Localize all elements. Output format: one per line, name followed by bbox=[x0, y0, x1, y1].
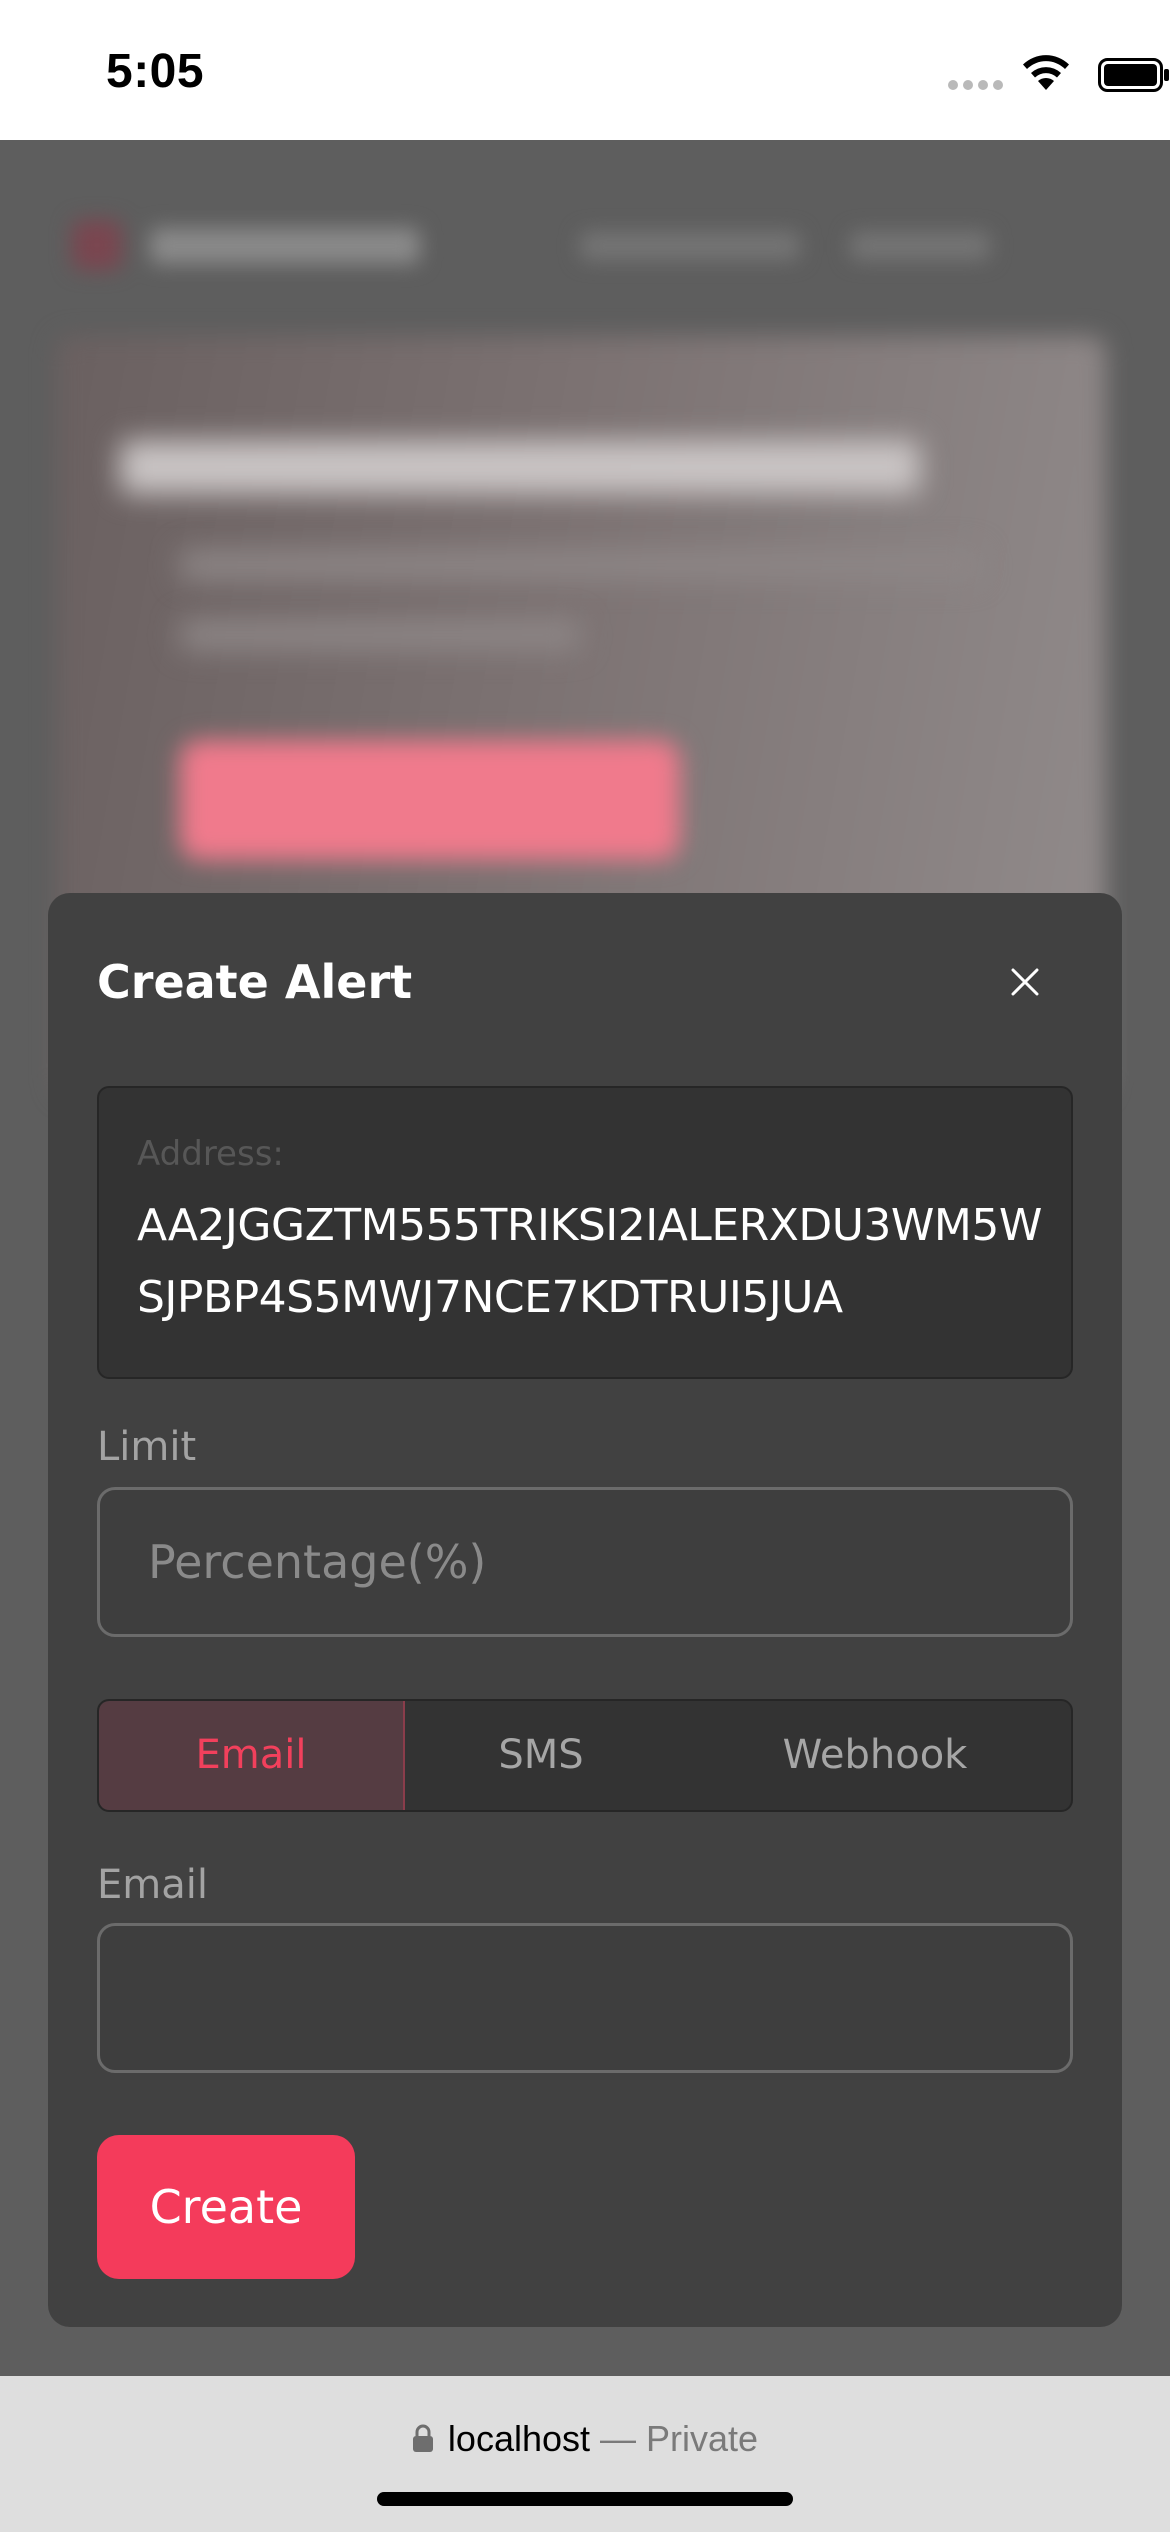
address-value: AA2JGGZTM555TRIKSI2IALERXDU3WM5WSJPBP4S5… bbox=[137, 1200, 1042, 1323]
modal-title: Create Alert bbox=[97, 955, 413, 1009]
background-cta-button bbox=[180, 740, 680, 860]
address-label: Address: bbox=[137, 1134, 284, 1174]
background-navbar bbox=[0, 140, 1170, 340]
status-time: 5:05 bbox=[106, 45, 205, 98]
close-icon bbox=[1011, 968, 1039, 996]
home-indicator[interactable] bbox=[377, 2492, 793, 2506]
cellular-signal-icon bbox=[948, 80, 1004, 92]
url-host: localhost bbox=[447, 2418, 591, 2459]
background-logo bbox=[72, 220, 122, 270]
channel-tabs: Email SMS Webhook bbox=[97, 1699, 1073, 1812]
url-row[interactable]: localhost — Private bbox=[0, 2418, 1170, 2468]
background-nav-link bbox=[850, 232, 990, 260]
background-text-line bbox=[180, 620, 580, 650]
close-button[interactable] bbox=[996, 953, 1054, 1011]
email-label: Email bbox=[97, 1862, 208, 1908]
tab-sms[interactable]: SMS bbox=[405, 1701, 677, 1810]
background-logo-text bbox=[150, 228, 420, 264]
battery-icon bbox=[1098, 58, 1169, 92]
status-bar: 5:05 bbox=[0, 0, 1170, 140]
wifi-icon bbox=[1023, 55, 1069, 90]
email-input[interactable] bbox=[97, 1923, 1073, 2073]
lock-icon bbox=[412, 2424, 433, 2452]
background-nav-link bbox=[580, 232, 800, 260]
tab-email[interactable]: Email bbox=[99, 1701, 405, 1810]
tab-webhook[interactable]: Webhook bbox=[677, 1701, 1071, 1810]
browser-url-bar[interactable]: localhost — Private bbox=[0, 2376, 1170, 2532]
limit-input[interactable] bbox=[97, 1487, 1073, 1637]
create-button[interactable]: Create bbox=[97, 2135, 355, 2279]
background-text-line bbox=[180, 550, 980, 580]
background-heading bbox=[120, 440, 920, 494]
limit-label: Limit bbox=[97, 1424, 197, 1470]
private-mode-label: — Private bbox=[600, 2418, 759, 2459]
address-display: Address: AA2JGGZTM555TRIKSI2IALERXDU3WM5… bbox=[97, 1086, 1073, 1379]
create-alert-modal: Create Alert Address: AA2JGGZTM555TRIKSI… bbox=[48, 893, 1122, 2327]
